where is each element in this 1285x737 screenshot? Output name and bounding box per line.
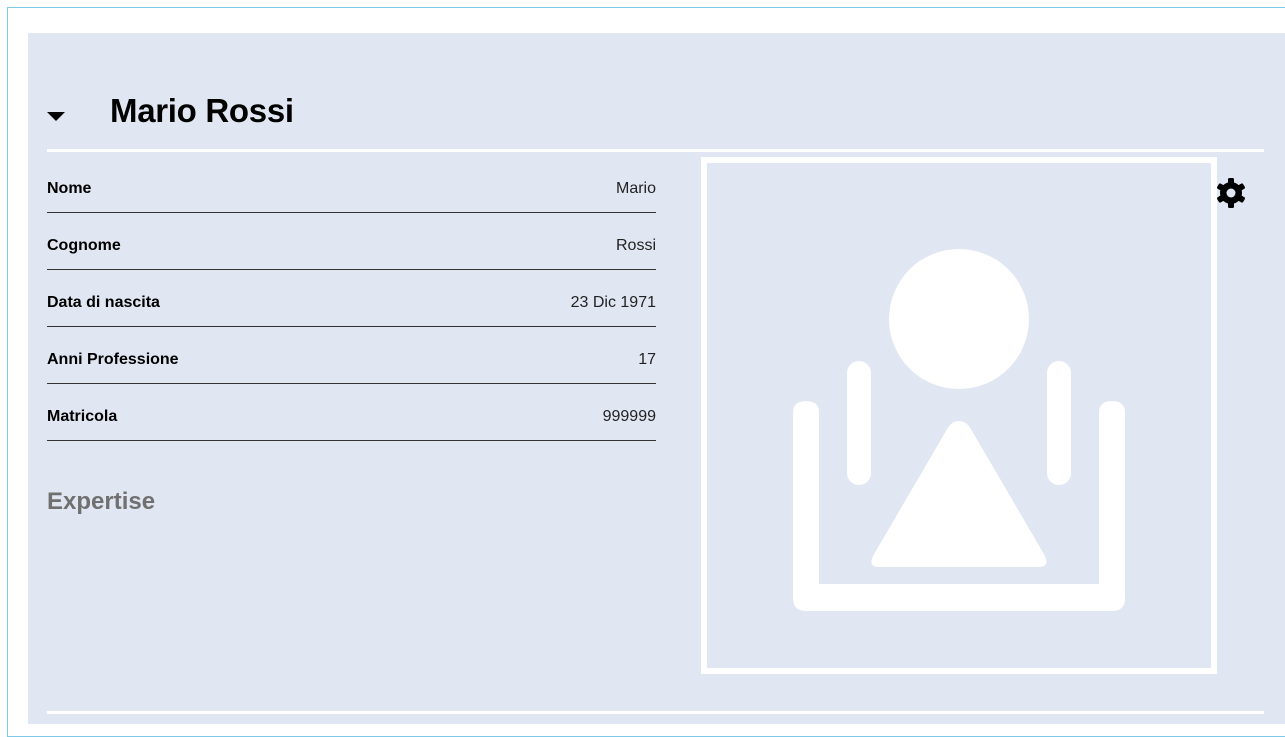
field-row-data-di-nascita: Data di nascita 23 Dic 1971 xyxy=(47,270,656,327)
expertise-heading: Expertise xyxy=(47,488,156,515)
field-row-matricola: Matricola 999999 xyxy=(47,384,656,441)
field-value: Mario xyxy=(615,180,656,197)
field-value: 23 Dic 1971 xyxy=(570,294,656,311)
header-divider xyxy=(47,149,1264,152)
field-row-anni-professione: Anni Professione 17 xyxy=(47,327,656,384)
profile-name: Mario Rossi xyxy=(110,92,294,129)
footer-divider xyxy=(47,711,1264,714)
gear-icon[interactable] xyxy=(1214,176,1248,210)
field-value: Rossi xyxy=(615,237,656,254)
field-row-nome: Nome Mario xyxy=(47,156,656,213)
profile-header: Mario Rossi xyxy=(47,88,294,134)
field-label: Data di nascita xyxy=(47,294,160,311)
field-label: Nome xyxy=(47,180,92,197)
field-value: 999999 xyxy=(602,408,656,425)
field-value: 17 xyxy=(638,351,656,368)
field-label: Matricola xyxy=(47,408,118,425)
field-row-cognome: Cognome Rossi xyxy=(47,213,656,270)
caret-down-icon[interactable] xyxy=(47,111,65,121)
field-label: Anni Professione xyxy=(47,351,179,368)
field-label: Cognome xyxy=(47,237,121,254)
profile-photo xyxy=(701,157,1217,674)
person-placeholder-icon xyxy=(793,249,1125,611)
profile-fields: Nome Mario Cognome Rossi Data di nascita… xyxy=(47,156,656,441)
